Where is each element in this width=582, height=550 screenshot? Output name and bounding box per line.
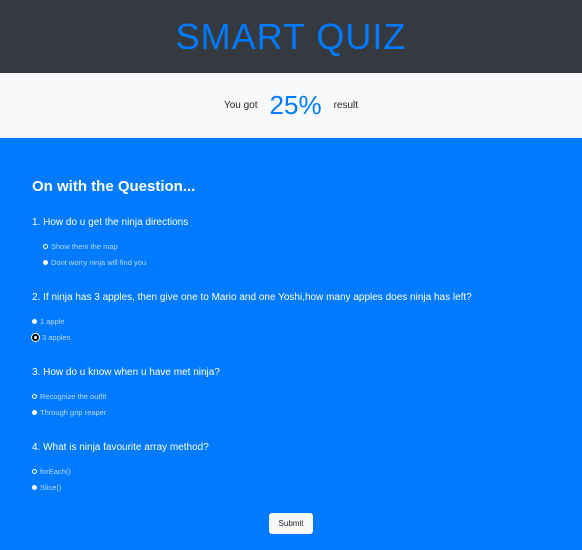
- option-label: Slice(): [40, 482, 62, 492]
- option-label: Recognize the outfit: [40, 391, 107, 401]
- option-recognize-outfit[interactable]: Recognize the outfit: [32, 388, 550, 404]
- result-suffix: result: [333, 100, 359, 111]
- option-3-apples[interactable]: 3 apples: [32, 329, 550, 345]
- question-3: 3. How do u know when u have met ninja? …: [32, 367, 550, 420]
- app-title: SMART QUIZ: [175, 15, 407, 57]
- radio-checked-icon[interactable]: [32, 409, 37, 415]
- question-1: 1. How do u get the ninja directions Sho…: [32, 217, 550, 270]
- option-slice[interactable]: Slice(): [32, 479, 550, 495]
- option-dont-worry[interactable]: Dont worry ninja will find you: [32, 254, 550, 270]
- option-1-apple[interactable]: 1 apple: [32, 313, 550, 329]
- radio-checked-icon[interactable]: [43, 259, 48, 265]
- header: SMART QUIZ: [0, 0, 582, 73]
- radio-unchecked-icon[interactable]: [32, 468, 37, 474]
- option-show-map[interactable]: Show them the map: [32, 238, 550, 254]
- result-banner: You got 25% result: [0, 73, 582, 138]
- quiz-form: On with the Question... 1. How do u get …: [0, 138, 582, 534]
- option-label: 1 apple: [40, 316, 65, 326]
- question-title: 1. How do u get the ninja directions: [32, 217, 189, 228]
- option-label: Through grip reaper: [40, 407, 107, 417]
- radio-focused-icon[interactable]: [32, 333, 39, 341]
- radio-checked-icon[interactable]: [32, 484, 37, 490]
- radio-checked-icon[interactable]: [32, 318, 37, 324]
- question-title: 2. If ninja has 3 apples, then give one …: [32, 292, 472, 303]
- quiz-heading: On with the Question...: [32, 178, 196, 195]
- radio-unchecked-icon[interactable]: [43, 243, 48, 249]
- submit-wrap: Submit: [32, 513, 550, 534]
- radio-unchecked-icon[interactable]: [32, 393, 37, 399]
- result-percent: 25%: [269, 90, 322, 120]
- option-foreach[interactable]: forEach(): [32, 463, 550, 479]
- question-2: 2. If ninja has 3 apples, then give one …: [32, 292, 550, 345]
- submit-button[interactable]: Submit: [268, 513, 314, 534]
- option-label: Dont worry ninja will find you: [51, 257, 147, 267]
- option-label: Show them the map: [51, 241, 118, 251]
- option-label: 3 apples: [42, 332, 71, 342]
- question-title: 4. What is ninja favourite array method?: [32, 442, 209, 453]
- question-title: 3. How do u know when u have met ninja?: [32, 367, 220, 378]
- question-4: 4. What is ninja favourite array method?…: [32, 442, 550, 495]
- option-grip-reaper[interactable]: Through grip reaper: [32, 404, 550, 420]
- option-label: forEach(): [40, 466, 71, 476]
- result-prefix: You got: [223, 100, 258, 111]
